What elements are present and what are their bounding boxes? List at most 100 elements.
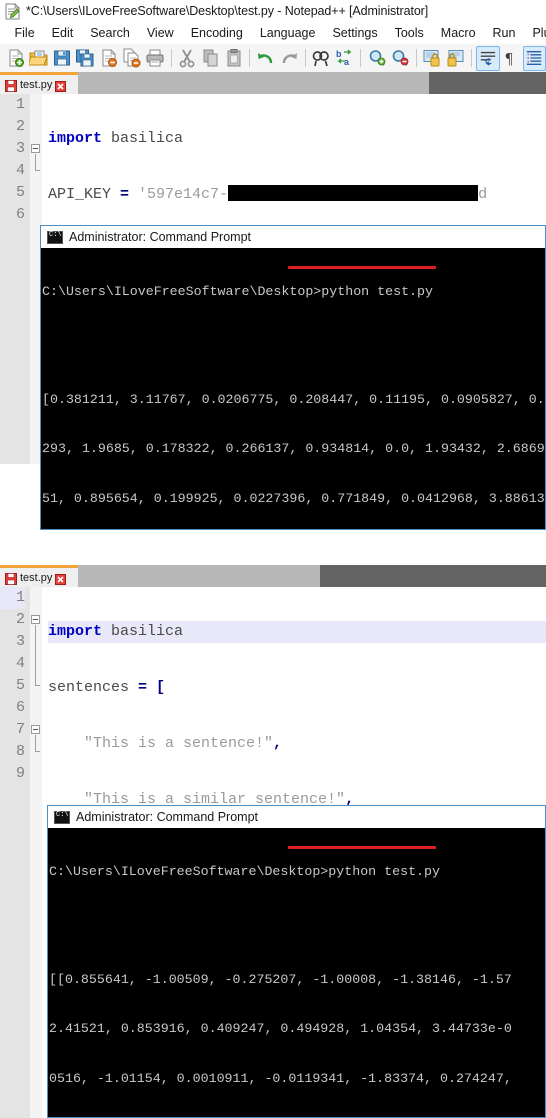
console-line: 0516, -1.01154, 0.0010911, -0.0119341, -…	[49, 1070, 512, 1086]
close-x-icon[interactable]	[55, 79, 67, 92]
zoom-in-icon[interactable]	[365, 46, 388, 71]
line-number: 8	[15, 743, 25, 760]
toolbar-separator	[415, 49, 417, 67]
command-prompt-icon	[54, 810, 70, 824]
console-line: 2.41521, 0.853916, 0.409247, 0.494928, 1…	[49, 1021, 512, 1037]
menu-edit[interactable]: Edit	[43, 26, 82, 40]
menu-bar: File Edit Search View Encoding Language …	[0, 22, 546, 44]
console-line: [[0.855641, -1.00509, -0.275207, -1.0000…	[49, 972, 512, 988]
console-line: [0.381211, 3.11767, 0.0206775, 0.208447,…	[42, 392, 545, 408]
fold-toggle-icon[interactable]	[31, 725, 40, 734]
line-number: 6	[15, 699, 25, 716]
fold-toggle-icon[interactable]	[31, 144, 40, 153]
cut-icon[interactable]	[176, 46, 199, 71]
save-red-icon	[5, 572, 17, 585]
code-line-1: import basilica	[48, 130, 184, 147]
paste-icon[interactable]	[222, 46, 245, 71]
console-title-text: Administrator: Command Prompt	[76, 810, 259, 824]
menu-view[interactable]: View	[138, 26, 182, 40]
screenshot-root: *C:\Users\ILoveFreeSoftware\Desktop\test…	[0, 0, 546, 1118]
svg-text:b: b	[336, 49, 342, 59]
code-line-2: sentences = [	[48, 679, 166, 696]
tab-test-py-top[interactable]: test.py	[0, 72, 78, 94]
command-prompt-window-bottom[interactable]: Administrator: Command Prompt C:\Users\I…	[47, 805, 546, 1118]
command-prompt-icon	[47, 230, 63, 244]
tab-label: test.py	[20, 571, 53, 584]
close-file-icon[interactable]	[97, 46, 120, 71]
sync-vertical-icon[interactable]	[421, 46, 444, 71]
menu-language[interactable]: Language	[251, 26, 324, 40]
menu-settings[interactable]: Settings	[324, 26, 386, 40]
toolbar-separator	[360, 49, 362, 67]
console-output-bottom[interactable]: C:\Users\ILoveFreeSoftware\Desktop>pytho…	[48, 828, 545, 1117]
menu-plugins[interactable]: Plugins	[524, 26, 546, 40]
svg-text:a: a	[344, 57, 350, 67]
line-number: 4	[15, 162, 25, 179]
line-number: 2	[15, 118, 25, 135]
console-line: 293, 1.9685, 0.178322, 0.266137, 0.93481…	[42, 441, 545, 457]
indent-guide-icon[interactable]	[522, 45, 546, 71]
console-line: 51, 0.895654, 0.199925, 0.0227396, 0.771…	[42, 490, 545, 506]
menu-macro[interactable]: Macro	[432, 26, 484, 40]
redacted-api-key	[228, 185, 479, 201]
fold-end	[35, 751, 40, 752]
copy-icon[interactable]	[199, 46, 222, 71]
save-icon[interactable]	[51, 46, 74, 71]
fold-line	[35, 625, 36, 685]
menu-search[interactable]: Search	[82, 26, 139, 40]
fold-margin-bottom[interactable]	[30, 587, 42, 1118]
fold-toggle-icon[interactable]	[31, 615, 40, 624]
menu-tools[interactable]: Tools	[386, 26, 432, 40]
show-all-characters-icon[interactable]: ¶	[500, 46, 523, 71]
close-x-icon[interactable]	[55, 572, 67, 585]
command-underline-top	[288, 266, 436, 269]
tab-bar-inactive-area	[429, 72, 546, 94]
command-underline-bottom	[288, 846, 436, 849]
sync-horizontal-icon[interactable]	[444, 46, 467, 71]
menu-encoding[interactable]: Encoding	[182, 26, 251, 40]
open-file-icon[interactable]	[27, 46, 50, 71]
zoom-out-icon[interactable]	[389, 46, 412, 71]
title-bar: *C:\Users\ILoveFreeSoftware\Desktop\test…	[0, 0, 546, 22]
tab-label: test.py	[20, 78, 53, 91]
console-prompt-line: C:\Users\ILoveFreeSoftware\Desktop>pytho…	[49, 863, 440, 879]
line-number: 3	[15, 140, 25, 157]
console-title-bar-bottom: Administrator: Command Prompt	[48, 806, 545, 828]
toolbar-separator	[304, 49, 306, 67]
line-number: 1	[15, 96, 25, 113]
toolbar-separator	[170, 49, 172, 67]
line-number: 3	[15, 633, 25, 650]
save-all-icon[interactable]	[74, 46, 97, 71]
print-icon[interactable]	[144, 46, 167, 71]
menu-run[interactable]: Run	[484, 26, 524, 40]
toolbar-separator	[471, 49, 473, 67]
line-number: 7	[15, 721, 25, 738]
menu-file[interactable]: File	[6, 26, 43, 40]
line-number: 6	[15, 206, 25, 223]
tab-bar-top: test.py	[0, 72, 546, 94]
console-title-text: Administrator: Command Prompt	[69, 230, 252, 244]
console-output-top[interactable]: C:\Users\ILoveFreeSoftware\Desktop>pytho…	[41, 248, 545, 529]
line-number: 4	[15, 655, 25, 672]
console-title-bar-top: Administrator: Command Prompt	[41, 226, 545, 248]
line-number-gutter-bottom: 1 2 3 4 5 6 7 8 9	[0, 587, 30, 1118]
line-number: 9	[15, 765, 25, 782]
undo-icon[interactable]	[254, 46, 277, 71]
tab-bar-bottom: test.py	[0, 565, 546, 587]
command-prompt-window-top[interactable]: Administrator: Command Prompt C:\Users\I…	[40, 225, 546, 530]
save-red-icon	[5, 79, 17, 92]
toolbar: b a ¶	[0, 44, 546, 72]
line-number-gutter-top: 1 2 3 4 5 6	[0, 94, 30, 464]
find-icon[interactable]	[310, 46, 333, 71]
word-wrap-icon[interactable]	[476, 45, 500, 71]
window-title: *C:\Users\ILoveFreeSoftware\Desktop\test…	[26, 4, 429, 18]
redo-icon[interactable]	[278, 46, 301, 71]
new-file-icon[interactable]	[4, 46, 27, 71]
close-all-icon[interactable]	[120, 46, 143, 71]
replace-icon[interactable]: b a	[333, 46, 356, 71]
line-number: 5	[15, 677, 25, 694]
line-number: 2	[15, 611, 25, 628]
tab-test-py-bottom[interactable]: test.py	[0, 565, 78, 587]
